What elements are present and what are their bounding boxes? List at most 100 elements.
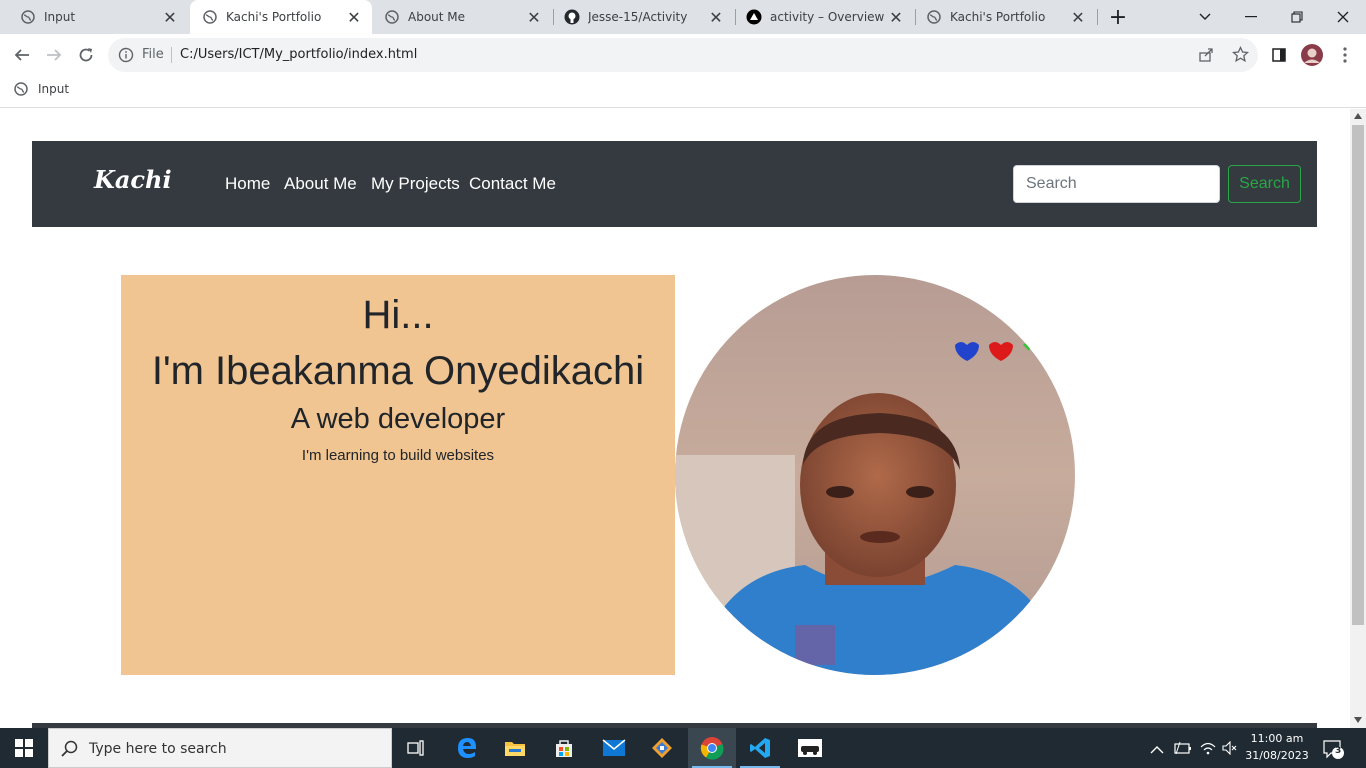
hero-role: A web developer bbox=[290, 403, 506, 435]
scheme-label: File bbox=[142, 47, 164, 62]
page-scrollbar[interactable] bbox=[1350, 109, 1366, 728]
search-icon bbox=[61, 740, 78, 757]
globe-icon bbox=[14, 82, 28, 96]
vercel-icon bbox=[746, 9, 762, 25]
search-input[interactable] bbox=[1013, 165, 1220, 203]
browser-toolbar: File C:/Users/ICT/My_portfolio/index.htm… bbox=[0, 34, 1366, 76]
tab-search-button[interactable] bbox=[1182, 0, 1228, 34]
mail-button[interactable] bbox=[590, 728, 638, 768]
nav-link-contact-me[interactable]: Contact Me bbox=[469, 174, 556, 194]
chevron-up-icon[interactable] bbox=[1150, 740, 1164, 759]
close-icon[interactable]: ✕ bbox=[886, 8, 906, 27]
back-button[interactable] bbox=[6, 39, 38, 71]
tab-about-me[interactable]: About Me ✕ bbox=[374, 0, 552, 34]
mail-icon bbox=[602, 739, 626, 756]
tab-title: activity – Overview - V bbox=[770, 10, 886, 24]
bookmark-input[interactable]: Input bbox=[14, 82, 69, 96]
chevron-down-icon bbox=[1199, 13, 1211, 20]
globe-icon bbox=[384, 9, 400, 25]
github-icon bbox=[564, 9, 580, 25]
search-button[interactable]: Search bbox=[1228, 165, 1301, 203]
scroll-down-icon[interactable] bbox=[1354, 717, 1362, 723]
minimize-icon bbox=[1245, 16, 1257, 18]
arrow-left-icon bbox=[14, 49, 29, 61]
notification-count: 3 bbox=[1335, 746, 1342, 756]
profile-photo bbox=[675, 275, 1075, 675]
share-icon[interactable] bbox=[1198, 47, 1214, 67]
taskbar-search-placeholder: Type here to search bbox=[89, 741, 227, 757]
arrow-right-icon bbox=[47, 49, 62, 61]
chrome-button[interactable] bbox=[688, 728, 736, 768]
task-view-button[interactable] bbox=[392, 728, 440, 768]
hero-greeting: Hi... bbox=[362, 293, 434, 337]
close-window-button[interactable] bbox=[1320, 0, 1366, 34]
close-icon[interactable]: ✕ bbox=[706, 8, 726, 27]
new-tab-button[interactable]: + bbox=[1096, 0, 1140, 34]
side-panel-icon bbox=[1272, 48, 1286, 62]
restore-icon bbox=[1291, 11, 1303, 23]
menu-button[interactable] bbox=[1329, 39, 1361, 71]
tab-title: About Me bbox=[408, 10, 466, 24]
vscode-icon bbox=[750, 738, 770, 758]
site-navbar: Kachi Home About Me My Projects Contact … bbox=[32, 141, 1317, 227]
close-icon[interactable]: ✕ bbox=[1068, 8, 1088, 27]
folder-icon bbox=[505, 742, 525, 756]
hero-name: I'm Ibeakanma Onyedikachi bbox=[151, 349, 645, 393]
reload-icon bbox=[79, 48, 93, 62]
tab-strip: Input ✕ Kachi's Portfolio ✕ About Me ✕ J… bbox=[0, 0, 1366, 34]
taskbar-search[interactable]: Type here to search bbox=[48, 728, 392, 768]
info-icon[interactable] bbox=[118, 47, 134, 67]
minimize-button[interactable] bbox=[1228, 0, 1274, 34]
edge-icon bbox=[458, 738, 476, 758]
omnibox-divider bbox=[171, 47, 172, 63]
scrollbar-thumb[interactable] bbox=[1352, 125, 1364, 625]
app-button-2[interactable] bbox=[786, 728, 834, 768]
side-panel-button[interactable] bbox=[1263, 39, 1295, 71]
reload-button[interactable] bbox=[70, 39, 102, 71]
nav-link-about-me[interactable]: About Me bbox=[284, 174, 357, 194]
tab-title: Jesse-15/Activity bbox=[588, 10, 688, 24]
url-text[interactable]: C:/Users/ICT/My_portfolio/index.html bbox=[180, 47, 417, 62]
tab-title: Input bbox=[44, 10, 76, 24]
tab-input[interactable]: Input ✕ bbox=[0, 0, 188, 34]
vscode-button[interactable] bbox=[736, 728, 784, 768]
tab-kachis-portfolio-2[interactable]: Kachi's Portfolio ✕ bbox=[916, 0, 1096, 34]
close-icon[interactable]: ✕ bbox=[524, 8, 544, 27]
start-button[interactable] bbox=[0, 728, 48, 768]
wifi-icon[interactable] bbox=[1200, 740, 1216, 759]
forward-button[interactable] bbox=[38, 39, 70, 71]
hero-tagline: I'm learning to build websites bbox=[301, 447, 495, 464]
windows-taskbar: Type here to search 11:00 am 31/08/2023 … bbox=[0, 728, 1366, 768]
nav-link-home[interactable]: Home bbox=[225, 174, 270, 194]
edge-button[interactable] bbox=[443, 728, 491, 768]
store-button[interactable] bbox=[540, 728, 588, 768]
clock-time: 11:00 am bbox=[1250, 732, 1304, 745]
close-icon[interactable]: ✕ bbox=[344, 8, 364, 27]
hero-intro-box: Hi... I'm Ibeakanma Onyedikachi A web de… bbox=[121, 275, 675, 675]
bookmark-label: Input bbox=[38, 82, 70, 96]
battery-icon[interactable] bbox=[1174, 740, 1192, 759]
page-viewport: Kachi Home About Me My Projects Contact … bbox=[0, 109, 1350, 728]
address-bar[interactable]: File C:/Users/ICT/My_portfolio/index.htm… bbox=[108, 38, 1258, 72]
store-icon bbox=[556, 740, 572, 757]
profile-avatar[interactable] bbox=[1296, 39, 1328, 71]
star-icon[interactable] bbox=[1231, 45, 1250, 67]
more-vert-icon bbox=[1343, 47, 1347, 63]
tab-title: Kachi's Portfolio bbox=[950, 10, 1046, 24]
restore-button[interactable] bbox=[1274, 0, 1320, 34]
tab-vercel-activity[interactable]: activity – Overview - V ✕ bbox=[736, 0, 914, 34]
volume-muted-icon[interactable] bbox=[1222, 740, 1238, 759]
app-button[interactable] bbox=[638, 728, 686, 768]
file-explorer-button[interactable] bbox=[491, 728, 539, 768]
globe-icon bbox=[202, 9, 218, 25]
tools-icon bbox=[652, 738, 672, 758]
tab-github-activity[interactable]: Jesse-15/Activity ✕ bbox=[554, 0, 734, 34]
tab-kachis-portfolio[interactable]: Kachi's Portfolio ✕ bbox=[190, 0, 372, 34]
nav-link-my-projects[interactable]: My Projects bbox=[371, 174, 460, 194]
close-icon[interactable]: ✕ bbox=[160, 8, 180, 27]
system-clock[interactable]: 11:00 am 31/08/2023 bbox=[1240, 730, 1314, 764]
clock-date: 31/08/2023 bbox=[1245, 749, 1309, 762]
notification-button[interactable]: 3 bbox=[1322, 738, 1344, 764]
brand-logo[interactable]: Kachi bbox=[94, 165, 172, 194]
scroll-up-icon[interactable] bbox=[1354, 113, 1362, 119]
